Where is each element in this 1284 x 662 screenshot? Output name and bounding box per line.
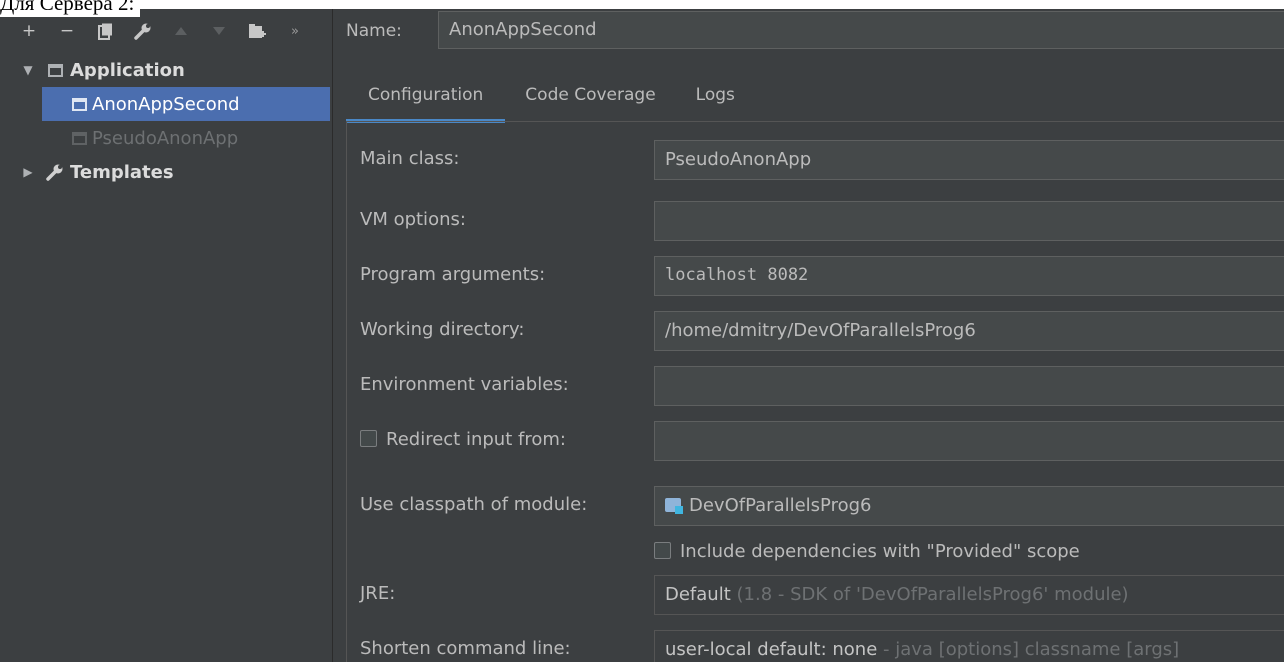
jre-row: JRE: Default (1.8 - SDK of 'DevOfParalle… [347,575,1284,615]
main-class-row: Main class: PseudoAnonApp [347,140,1284,180]
more-icon[interactable]: » [286,22,304,40]
main-class-label: Main class: [360,148,460,169]
tree-group-application[interactable]: ▼ Application [0,53,332,87]
configuration-form: Main class: PseudoAnonApp VM options: Pr… [346,121,1284,662]
tree-group-label: Templates [70,161,174,183]
editor-tabs: Configuration Code Coverage Logs [346,67,755,123]
environment-variables-label: Environment variables: [360,374,569,395]
shorten-command-line-hint: - java [options] classname [args] [883,639,1180,660]
configurations-tree: ▼ Application AnonAppSecond PseudoAnonAp… [0,53,332,189]
copy-icon[interactable] [96,22,114,40]
wrench-icon [46,163,64,181]
vm-options-label: VM options: [360,209,466,230]
module-icon [665,498,683,514]
working-directory-label: Working directory: [360,319,525,340]
tree-item-anonappsecond[interactable]: AnonAppSecond [42,87,330,121]
environment-variables-input[interactable] [654,366,1284,406]
checkbox-icon[interactable] [654,542,671,559]
name-input[interactable]: AnonAppSecond [438,11,1284,49]
program-arguments-row: Program arguments: localhost 8082 [347,256,1284,296]
tab-configuration[interactable]: Configuration [346,67,506,123]
shorten-command-line-row: Shorten command line: user-local default… [347,630,1284,662]
tree-group-label: Application [70,59,185,81]
folder-icon[interactable] [248,22,266,40]
include-provided-checkbox[interactable]: Include dependencies with "Provided" sco… [654,541,1080,562]
tree-group-templates[interactable]: ▶ Templates [0,155,332,189]
add-icon[interactable]: + [20,22,38,40]
classpath-module-label: Use classpath of module: [360,494,588,515]
run-configuration-window: + − » ▼ Application AnonAppSecond Pseudo… [0,9,1284,662]
working-directory-row: Working directory: /home/dmitry/DevOfPar… [347,311,1284,351]
shorten-command-line-value: user-local default: none [665,639,878,660]
classpath-module-row: Use classpath of module: DevOfParallelsP… [347,486,1284,526]
caption-text: Для Сервера 2: [0,0,141,17]
configurations-sidebar: + − » ▼ Application AnonAppSecond Pseudo… [0,9,333,662]
application-icon [70,95,88,113]
name-row: Name: AnonAppSecond [334,9,1284,53]
redirect-input-row: Redirect input from: [347,421,1284,461]
classpath-module-value: DevOfParallelsProg6 [689,495,872,516]
vm-options-row: VM options: [347,201,1284,241]
working-directory-input[interactable]: /home/dmitry/DevOfParallelsProg6 [654,311,1284,351]
jre-label: JRE: [360,583,396,604]
name-label: Name: [346,21,402,41]
move-up-icon[interactable] [172,22,190,40]
shorten-command-line-select[interactable]: user-local default: none - java [options… [654,630,1284,662]
jre-value: Default [665,584,731,605]
tab-code-coverage[interactable]: Code Coverage [505,67,675,123]
program-arguments-input[interactable]: localhost 8082 [654,256,1284,296]
tree-item-label: PseudoAnonApp [92,127,239,149]
include-provided-label: Include dependencies with "Provided" sco… [680,541,1080,562]
main-class-input[interactable]: PseudoAnonApp [654,140,1284,180]
redirect-input-label: Redirect input from: [386,429,566,450]
application-icon [46,61,64,79]
wrench-icon[interactable] [134,22,152,40]
tree-item-pseudoanonapp[interactable]: PseudoAnonApp [42,121,332,155]
vm-options-input[interactable] [654,201,1284,241]
move-down-icon[interactable] [210,22,228,40]
jre-hint: (1.8 - SDK of 'DevOfParallelsProg6' modu… [736,584,1129,605]
redirect-input-checkbox[interactable]: Redirect input from: [360,429,566,450]
tree-item-label: AnonAppSecond [92,93,240,115]
configuration-editor: Name: AnonAppSecond Configuration Code C… [334,9,1284,662]
checkbox-icon[interactable] [360,430,377,447]
remove-icon[interactable]: − [58,22,76,40]
include-provided-row: Include dependencies with "Provided" sco… [347,533,1284,573]
tab-logs[interactable]: Logs [676,67,755,123]
jre-select[interactable]: Default (1.8 - SDK of 'DevOfParallelsPro… [654,575,1284,615]
environment-variables-row: Environment variables: [347,366,1284,406]
program-arguments-label: Program arguments: [360,264,546,285]
expanded-arrow-icon[interactable]: ▼ [20,63,36,77]
classpath-module-select[interactable]: DevOfParallelsProg6 [654,486,1284,526]
collapsed-arrow-icon[interactable]: ▶ [20,165,36,179]
shorten-command-line-label: Shorten command line: [360,638,571,659]
redirect-input-field[interactable] [654,421,1284,461]
application-icon [70,129,88,147]
